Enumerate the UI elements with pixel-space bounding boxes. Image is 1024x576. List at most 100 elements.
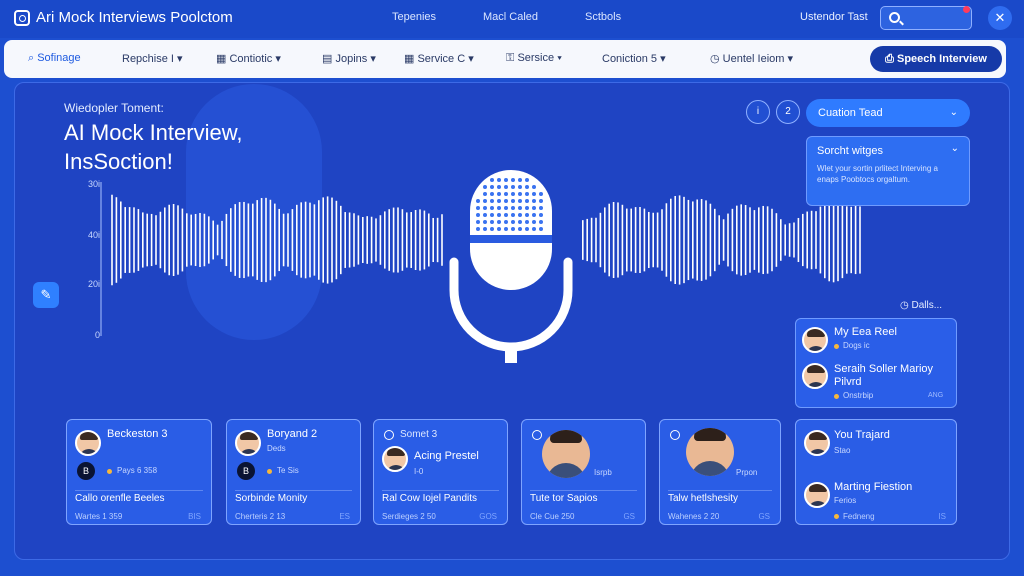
mic-grille-dot xyxy=(490,192,494,196)
mic-grille-dot xyxy=(539,192,543,196)
edit-icon: 2 xyxy=(785,106,791,117)
mic-grille-dot xyxy=(518,227,522,231)
card-tag: BIS xyxy=(188,512,201,521)
divider xyxy=(75,490,203,491)
mic-grille-dot xyxy=(532,199,536,203)
card-meta: Fedneng xyxy=(843,512,875,521)
mic-grille-dot xyxy=(497,227,501,231)
interview-card[interactable]: Isrpb Tute tor Sapios Cle Cue 250 GS xyxy=(521,419,646,525)
dates-toggle[interactable]: ◷ Dalls... xyxy=(900,300,942,311)
mic-grille-dot xyxy=(490,185,494,189)
mic-grille-dot xyxy=(504,220,508,224)
mic-grille-dot xyxy=(525,199,529,203)
mic-grille-dot xyxy=(490,213,494,217)
card-title: Marting Fiestion xyxy=(834,481,913,493)
mic-grille-dot xyxy=(490,199,494,203)
info-icon: i xyxy=(756,106,760,117)
interview-card[interactable]: Beckeston 3 B Pays 6 358 Callo orenfle B… xyxy=(66,419,212,525)
interview-card[interactable]: You Trajard Stao Marting Fiestion Ferios… xyxy=(795,419,957,525)
dropdown-label: Cuation Tead xyxy=(818,107,883,119)
mic-grille-dot xyxy=(532,213,536,217)
mic-grille-dot xyxy=(511,227,515,231)
y-tick: 40i xyxy=(87,230,100,240)
card-bottom-text: Ral Cow Iojel Pandits xyxy=(382,493,478,504)
mic-grille-dot xyxy=(525,185,529,189)
mic-grille-dot xyxy=(525,192,529,196)
list-item-title[interactable]: Seraih Soller Marioy Pilvrd xyxy=(834,363,944,389)
card-meta: Serdieges 2 50 xyxy=(382,512,436,521)
question-dropdown[interactable]: Cuation Tead ⌄ xyxy=(806,99,970,127)
mic-grille-dot xyxy=(539,206,543,210)
card-sub: I-0 xyxy=(414,467,424,476)
y-tick: 0 xyxy=(94,330,100,340)
card-sub: Acing Prestel xyxy=(414,450,479,462)
mic-grille-dot xyxy=(483,220,487,224)
settings-icon xyxy=(532,430,542,440)
interview-card[interactable]: Somet 3 Acing Prestel I-0 Ral Cow Iojel … xyxy=(373,419,508,525)
interview-card[interactable]: Boryand 2 Deds B Te Sis Sorbinde Monity … xyxy=(226,419,361,525)
mic-grille-dot xyxy=(511,213,515,217)
card-meta: Cle Cue 250 xyxy=(530,512,575,521)
mic-grille-dot xyxy=(483,213,487,217)
mic-grille-dot xyxy=(539,220,543,224)
mic-grille-dot xyxy=(490,178,494,182)
avatar xyxy=(804,482,830,508)
mic-grille-dot xyxy=(518,178,522,182)
mic-grille-dot xyxy=(497,206,501,210)
mic-grille-dot xyxy=(476,213,480,217)
card-title: You Trajard xyxy=(834,429,890,441)
hero-subtitle: Wiedopler Toment: xyxy=(64,101,164,115)
edit-icon-button[interactable]: 2 xyxy=(776,100,800,124)
mic-grille-dot xyxy=(539,227,543,231)
mic-grille-dot xyxy=(490,220,494,224)
divider xyxy=(530,490,637,491)
card-sub: Prpon xyxy=(736,468,758,477)
mic-grille-dot xyxy=(511,192,515,196)
card-sub: Deds xyxy=(267,444,286,453)
list-item-sub: Dogs ic xyxy=(843,341,870,350)
mic-grille-dot xyxy=(483,227,487,231)
avatar xyxy=(802,327,828,353)
avatar xyxy=(542,430,590,478)
mic-grille-dot xyxy=(539,213,543,217)
status-dot-icon xyxy=(834,344,839,349)
search-tips-panel: Sorcht witges Wlet your sortin prlitect … xyxy=(806,136,970,206)
avatar xyxy=(802,363,828,389)
mic-grille-dot xyxy=(525,227,529,231)
mic-grille-dot xyxy=(504,199,508,203)
divider xyxy=(382,490,499,491)
mic-grille-dot xyxy=(483,199,487,203)
chevron-down-icon[interactable]: ⌄ xyxy=(951,143,959,154)
interview-card[interactable]: Prpon Talw hetlshesity Wahenes 2 20 GS xyxy=(659,419,781,525)
card-bottom-text: Callo orenfle Beeles xyxy=(75,493,165,504)
card-tag: ES xyxy=(339,512,350,521)
list-item-title[interactable]: My Eea Reel xyxy=(834,326,897,338)
mic-grille-dot xyxy=(525,220,529,224)
pen-tool-button[interactable]: ✎ xyxy=(33,282,59,308)
avatar xyxy=(75,430,101,456)
settings-icon xyxy=(670,430,680,440)
hero-title: AI Mock Interview, InsSoction! xyxy=(64,120,243,174)
mic-grille-dot xyxy=(476,199,480,203)
mic-grille-dot xyxy=(504,192,508,196)
mic-grille-dot xyxy=(532,220,536,224)
mic-grille-dot xyxy=(497,185,501,189)
mic-grille-dot xyxy=(490,227,494,231)
mic-grille-dot xyxy=(518,185,522,189)
mic-grille-dot xyxy=(476,206,480,210)
mic-grille-dot xyxy=(532,185,536,189)
mic-grille-dot xyxy=(511,220,515,224)
mic-grille-dot xyxy=(476,220,480,224)
mic-grille-dot xyxy=(476,227,480,231)
mic-grille-dot xyxy=(497,192,501,196)
mic-grille-dot xyxy=(525,213,529,217)
status-dot-icon xyxy=(107,469,112,474)
badge-icon: B xyxy=(77,462,95,480)
card-tag: GS xyxy=(623,512,635,521)
card-sub: Isrpb xyxy=(594,468,612,477)
info-icon-button[interactable]: i xyxy=(746,100,770,124)
mic-grille-dot xyxy=(532,206,536,210)
card-bottom-text: Talw hetlshesity xyxy=(668,493,739,504)
card-tag: GOS xyxy=(479,512,497,521)
card-sub: Te Sis xyxy=(277,466,299,475)
